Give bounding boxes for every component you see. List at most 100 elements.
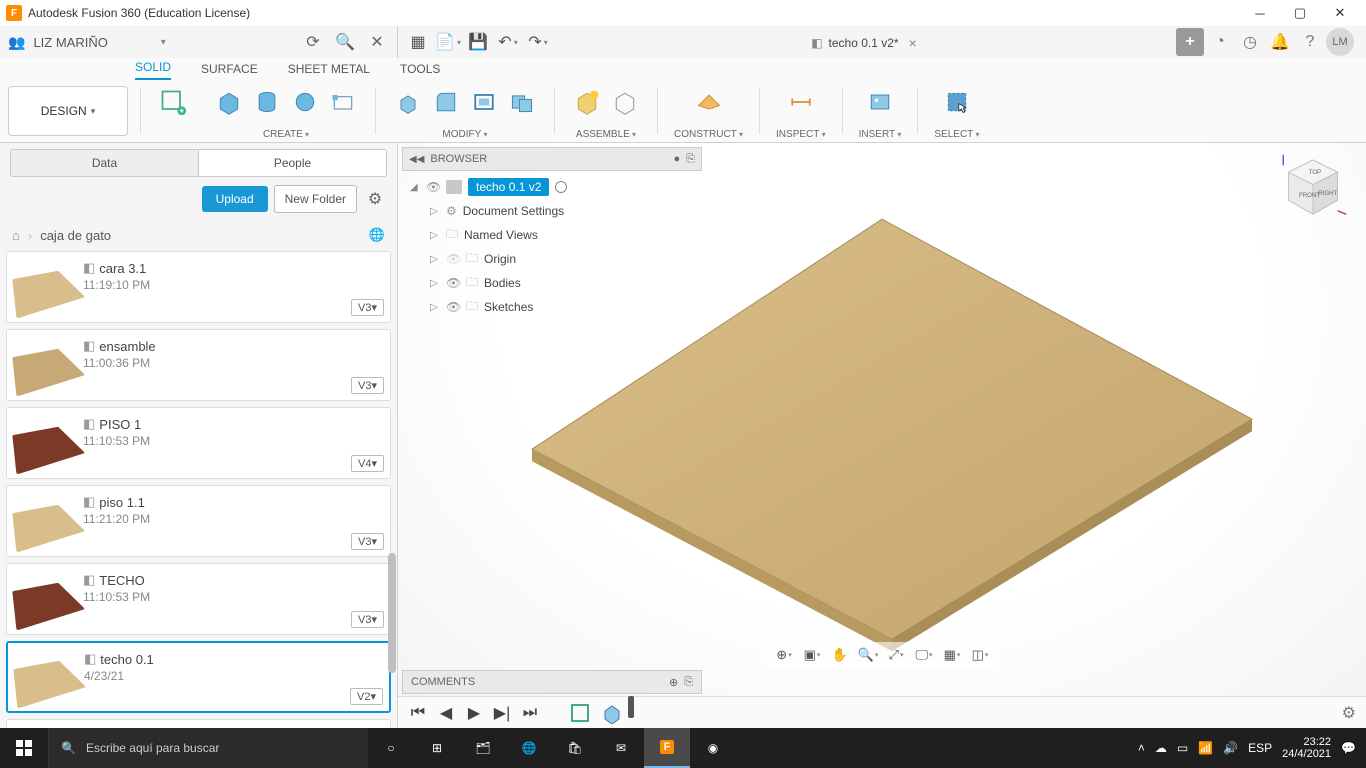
version-badge[interactable]: V3▾ <box>351 377 384 394</box>
shell-icon[interactable] <box>468 86 500 118</box>
construct-group-label[interactable]: CONSTRUCT <box>674 129 743 140</box>
browser-opts-icon[interactable]: ● <box>674 153 681 166</box>
comments-pin-icon[interactable]: ⎘ <box>684 676 693 689</box>
maximize-button[interactable]: ▢ <box>1280 0 1320 26</box>
tab-close-icon[interactable]: × <box>909 35 917 51</box>
ribbon-tab-surface[interactable]: SURFACE <box>201 62 258 80</box>
tab-people[interactable]: People <box>199 150 386 176</box>
ribbon-tab-tools[interactable]: TOOLS <box>400 62 440 80</box>
version-badge[interactable]: V4▾ <box>351 455 384 472</box>
display-icon[interactable]: 🖵 <box>912 644 936 666</box>
data-item[interactable]: ◧PISO 111:10:53 PMV4▾ <box>6 407 391 479</box>
create-group-label[interactable]: CREATE <box>263 129 309 140</box>
box-icon[interactable] <box>213 86 245 118</box>
triangle-down-icon[interactable]: ◢ <box>410 182 420 193</box>
data-item[interactable]: ◧piso 1.111:21:20 PMV3▾ <box>6 485 391 557</box>
document-tab[interactable]: ◧ techo 0.1 v2* × <box>801 28 927 56</box>
explorer-icon[interactable]: 🗂 <box>460 728 506 768</box>
eye-icon[interactable]: 👁 <box>446 300 460 314</box>
combine-icon[interactable] <box>506 86 538 118</box>
inspect-group-label[interactable]: INSPECT <box>776 129 826 140</box>
data-item[interactable]: ◧tubo4/23/21V1▾ <box>6 719 391 728</box>
file-menu[interactable]: 📄 <box>434 28 462 56</box>
modify-group-label[interactable]: MODIFY <box>442 129 487 140</box>
user-avatar[interactable]: LM <box>1326 28 1354 56</box>
edge-icon[interactable]: 🌐 <box>506 728 552 768</box>
mail-icon[interactable]: ✉ <box>598 728 644 768</box>
minimize-button[interactable]: ─ <box>1240 0 1280 26</box>
eye-icon[interactable]: 👁 <box>426 180 440 194</box>
timeline-feature-extrude[interactable] <box>600 701 624 725</box>
timeline-marker[interactable] <box>628 696 634 718</box>
onedrive-icon[interactable]: ☁ <box>1155 741 1167 755</box>
wifi-icon[interactable]: 📶 <box>1198 741 1213 755</box>
version-badge[interactable]: V3▾ <box>351 611 384 628</box>
save-button[interactable]: 💾 <box>464 28 492 56</box>
taskview-icon[interactable]: ⊞ <box>414 728 460 768</box>
timeline-feature-sketch[interactable] <box>568 701 592 725</box>
refresh-button[interactable]: ⟳ <box>301 30 325 54</box>
workspace-switcher[interactable]: DESIGN <box>8 86 128 136</box>
redo-button[interactable]: ↷ <box>524 28 552 56</box>
select-group-label[interactable]: SELECT <box>934 129 979 140</box>
fillet-icon[interactable] <box>430 86 462 118</box>
view-cube[interactable]: FRONT RIGHT TOP <box>1278 153 1348 223</box>
globe-icon[interactable]: 🌐 <box>369 227 385 243</box>
chevron-down-icon[interactable]: ▾ <box>161 37 166 48</box>
data-item[interactable]: ◧techo 0.14/23/21V2▾ <box>6 641 391 713</box>
taskbar-clock[interactable]: 23:22 24/4/2021 <box>1282 736 1331 760</box>
version-badge[interactable]: V3▾ <box>351 533 384 550</box>
job-status-icon[interactable]: ◷ <box>1236 28 1264 56</box>
collapse-icon[interactable]: ◀◀ <box>409 154 424 165</box>
insert-group-label[interactable]: INSERT <box>859 129 902 140</box>
assemble-group-label[interactable]: ASSEMBLE <box>576 129 636 140</box>
version-badge[interactable]: V2▾ <box>350 688 383 705</box>
version-badge[interactable]: V3▾ <box>351 299 384 316</box>
user-name[interactable]: LIZ MARIÑO <box>33 35 152 50</box>
data-item[interactable]: ◧ensamble11:00:36 PMV3▾ <box>6 329 391 401</box>
measure-icon[interactable] <box>785 86 817 118</box>
create-sketch-icon[interactable] <box>157 86 189 118</box>
taskbar-search[interactable]: 🔍 Escribe aquí para buscar <box>48 728 368 768</box>
timeline-next-icon[interactable]: ▶| <box>492 703 512 723</box>
close-panel-button[interactable]: ✕ <box>365 30 389 54</box>
new-folder-button[interactable]: New Folder <box>274 185 357 213</box>
home-icon[interactable]: ⌂ <box>12 228 20 243</box>
cortana-icon[interactable]: ○ <box>368 728 414 768</box>
data-item[interactable]: ◧TECHO11:10:53 PMV3▾ <box>6 563 391 635</box>
new-component-icon[interactable] <box>571 86 603 118</box>
timeline-play-icon[interactable]: ▶ <box>464 703 484 723</box>
action-center-icon[interactable]: 💬 <box>1341 741 1356 755</box>
model-body[interactable] <box>492 199 1272 659</box>
browser-header[interactable]: ◀◀ BROWSER ●⎘ <box>402 147 702 171</box>
joint-icon[interactable] <box>609 86 641 118</box>
search-button[interactable]: 🔍 <box>333 30 357 54</box>
tray-chevron-icon[interactable]: ˄ <box>1138 741 1145 755</box>
settings-icon[interactable]: ⚙ <box>363 187 387 211</box>
ribbon-tab-sheetmetal[interactable]: SHEET METAL <box>288 62 370 80</box>
store-icon[interactable]: 🛍 <box>552 728 598 768</box>
close-button[interactable]: ✕ <box>1320 0 1360 26</box>
comments-panel[interactable]: COMMENTS ⊕⎘ <box>402 670 702 694</box>
grid-display-icon[interactable]: ▦ <box>940 644 964 666</box>
start-button[interactable] <box>0 728 48 768</box>
sphere-icon[interactable] <box>289 86 321 118</box>
tab-data[interactable]: Data <box>11 150 199 176</box>
select-icon[interactable] <box>941 86 973 118</box>
language-indicator[interactable]: ESP <box>1248 741 1272 755</box>
help-icon[interactable]: ? <box>1296 28 1324 56</box>
zoom-icon[interactable]: 🔍 <box>856 644 880 666</box>
plane-icon[interactable] <box>693 86 725 118</box>
cylinder-icon[interactable] <box>251 86 283 118</box>
orbit-icon[interactable]: ⊕ <box>772 644 796 666</box>
new-design-button[interactable]: + <box>1176 28 1204 56</box>
pan-icon[interactable]: ✋ <box>828 644 852 666</box>
breadcrumb-folder[interactable]: caja de gato <box>40 228 111 243</box>
presspull-icon[interactable] <box>392 86 424 118</box>
ribbon-tab-solid[interactable]: SOLID <box>135 60 171 80</box>
timeline-settings-icon[interactable]: ⚙ <box>1342 703 1356 723</box>
eye-off-icon[interactable]: 👁 <box>446 252 460 266</box>
tree-root[interactable]: ◢ 👁 techo 0.1 v2 <box>402 175 702 199</box>
browser-pin-icon[interactable]: ⎘ <box>686 153 695 166</box>
add-comment-icon[interactable]: ⊕ <box>669 676 678 689</box>
